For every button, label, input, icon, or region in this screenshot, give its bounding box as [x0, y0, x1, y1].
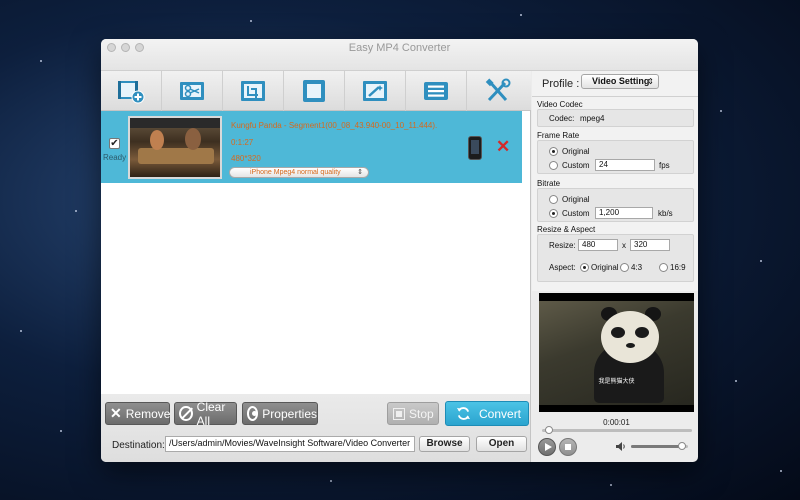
trim-button[interactable]	[162, 70, 223, 111]
profile-value: Video Setting	[592, 76, 650, 86]
trim-icon	[180, 81, 204, 100]
crop-icon	[241, 80, 265, 101]
ban-icon	[179, 406, 193, 421]
properties-button[interactable]: Properties	[242, 402, 318, 425]
clear-all-button[interactable]: Clear All	[174, 399, 237, 428]
file-row[interactable]: ✔ Ready Kungfu Panda - Segment1(00_08_43…	[101, 111, 522, 183]
refresh-icon	[456, 407, 471, 420]
delete-x-icon[interactable]: ✕	[496, 137, 510, 157]
volume-icon	[616, 442, 625, 451]
codec-value: mpeg4	[580, 114, 605, 123]
stop-icon	[393, 407, 405, 420]
resize-title: Resize & Aspect	[537, 225, 596, 234]
frame-button[interactable]	[284, 70, 345, 111]
frame-rate-original-label: Original	[562, 147, 590, 156]
title-bar: Easy MP4 Converter	[101, 39, 698, 71]
frame-rate-title: Frame Rate	[537, 131, 580, 140]
chevron-updown-icon: ⇕	[647, 77, 654, 86]
bitrate-title: Bitrate	[537, 179, 561, 188]
stop-button[interactable]: Stop	[387, 402, 439, 425]
settings-tools-button[interactable]	[467, 71, 528, 111]
resize-separator: x	[622, 241, 626, 250]
seek-slider[interactable]	[542, 426, 692, 434]
resize-width-field[interactable]: 480	[578, 239, 618, 251]
add-video-button[interactable]	[101, 70, 162, 111]
open-button[interactable]: Open	[476, 436, 527, 452]
properties-label: Properties	[262, 406, 317, 421]
destination-path-input[interactable]: /Users/admin/Movies/WaveInsight Software…	[165, 436, 415, 452]
frame-rate-original-radio[interactable]	[549, 147, 558, 156]
bitrate-original-radio[interactable]	[549, 195, 558, 204]
frame-icon	[303, 79, 325, 102]
stop-label: Stop	[409, 406, 434, 421]
file-status: Ready	[103, 153, 127, 162]
destination-label: Destination:	[112, 440, 165, 451]
preview-subtitle: 我是熊猫大侠	[598, 379, 635, 385]
resize-label: Resize:	[549, 241, 576, 250]
video-preview: 我是熊猫大侠	[539, 293, 694, 412]
frame-rate-custom-label: Custom	[562, 161, 590, 170]
effects-icon	[363, 80, 387, 101]
resize-box: Resize: 480 x 320 Aspect: Original 4:3 1…	[537, 234, 694, 282]
seek-handle[interactable]	[545, 426, 553, 434]
browse-button[interactable]: Browse	[419, 436, 470, 452]
crop-button[interactable]	[223, 70, 284, 111]
playback-time: 0:00:01	[603, 418, 630, 427]
codec-label: Codec:	[549, 114, 575, 123]
resize-height-field[interactable]: 320	[630, 239, 670, 251]
file-name: Kungfu Panda - Segment1(00_08_43.940-00_…	[231, 121, 438, 130]
settings-tools-icon	[485, 77, 510, 101]
menu-list-icon	[424, 81, 448, 100]
frame-rate-unit: fps	[659, 161, 670, 170]
aspect-original-radio[interactable]	[580, 263, 589, 272]
x-icon: ✕	[110, 405, 122, 421]
volume-slider[interactable]	[631, 442, 688, 450]
iphone-icon	[468, 136, 482, 160]
menu-list-button[interactable]	[406, 70, 467, 111]
aspect-43-label: 4:3	[631, 263, 643, 272]
aspect-original-label: Original	[591, 263, 619, 272]
video-codec-box: Codec: mpeg4	[537, 109, 694, 127]
bitrate-box: Original Custom 1,200 kb/s	[537, 188, 694, 222]
add-video-icon	[118, 80, 145, 103]
file-resolution: 480*320	[231, 154, 261, 163]
chevron-updown-icon: ⇕	[357, 169, 363, 176]
bitrate-original-label: Original	[562, 195, 590, 204]
window-title: Easy MP4 Converter	[348, 42, 451, 54]
stop-playback-button[interactable]	[559, 438, 577, 456]
settings-panel: Profile : Video Setting ⇕ Video Codec Co…	[532, 71, 698, 291]
video-codec-title: Video Codec	[537, 100, 583, 109]
profile-select[interactable]: Video Setting ⇕	[581, 74, 659, 89]
frame-rate-custom-radio[interactable]	[549, 161, 558, 170]
clear-all-label: Clear All	[196, 399, 226, 428]
bitrate-field[interactable]: 1,200	[595, 207, 653, 219]
file-duration: 0:1:27	[231, 138, 254, 147]
aspect-label: Aspect:	[549, 263, 576, 272]
bitrate-custom-label: Custom	[562, 209, 590, 218]
convert-label: Convert	[479, 406, 522, 421]
convert-button[interactable]: Convert	[445, 401, 529, 426]
frame-rate-field[interactable]: 24	[595, 159, 655, 171]
main-toolbar	[101, 70, 531, 111]
aspect-169-radio[interactable]	[659, 263, 668, 272]
aspect-169-label: 16:9	[670, 263, 686, 272]
play-button[interactable]	[538, 438, 556, 456]
effects-button[interactable]	[345, 70, 406, 111]
file-list: ✔ Ready Kungfu Panda - Segment1(00_08_43…	[101, 111, 531, 394]
aspect-43-radio[interactable]	[620, 263, 629, 272]
bitrate-custom-radio[interactable]	[549, 209, 558, 218]
bottom-bar: ✕ Remove Clear All Properties Stop Conve…	[101, 394, 531, 462]
video-thumbnail	[128, 116, 222, 179]
properties-icon	[247, 406, 259, 421]
profile-label: Profile :	[542, 78, 580, 90]
bitrate-unit: kb/s	[658, 209, 673, 218]
output-profile-select[interactable]: iPhone Mpeg4 normal quality ⇕	[229, 167, 369, 178]
frame-rate-box: Original Custom 24 fps	[537, 140, 694, 174]
output-profile-value: iPhone Mpeg4 normal quality	[250, 169, 341, 176]
app-window: Easy MP4 Converter ✔ Ready Kungfu Panda …	[101, 39, 698, 462]
remove-label: Remove	[125, 406, 171, 421]
file-checkbox[interactable]: ✔	[109, 138, 120, 149]
remove-button[interactable]: ✕ Remove	[105, 402, 170, 425]
volume-handle[interactable]	[678, 442, 686, 450]
